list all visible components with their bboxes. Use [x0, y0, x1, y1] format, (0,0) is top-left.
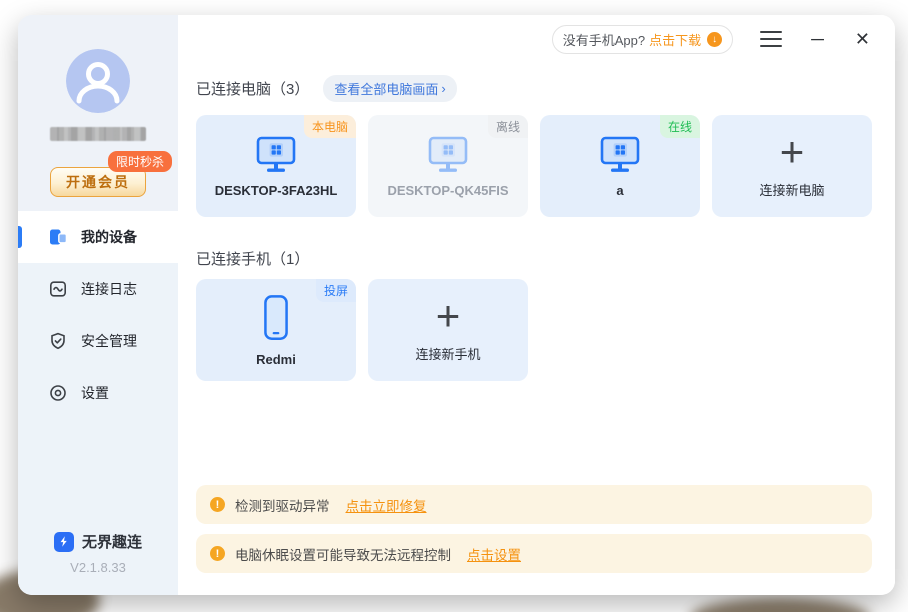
monitor-icon [253, 135, 299, 175]
driver-warning-banner: ! 检测到驱动异常 点击立即修复 [196, 485, 872, 524]
flash-sale-badge: 限时秒杀 [108, 151, 172, 172]
profile-section: 限时秒杀 开通会员 [18, 15, 178, 211]
computer-card-online[interactable]: 在线 a [540, 115, 700, 217]
monitor-icon [425, 135, 471, 175]
status-badge: 在线 [660, 115, 700, 138]
shield-check-icon [48, 331, 68, 351]
download-icon: ↓ [707, 32, 722, 47]
avatar[interactable] [66, 49, 130, 113]
sleep-settings-link[interactable]: 点击设置 [467, 544, 521, 564]
phone-icon [256, 294, 296, 344]
username-redacted [50, 127, 146, 141]
user-avatar-icon [66, 49, 130, 113]
add-phone-card[interactable]: + 连接新手机 [368, 279, 528, 381]
sidebar-item-label: 我的设备 [81, 227, 137, 247]
warning-icon: ! [210, 546, 225, 561]
phone-name: Redmi [256, 352, 296, 367]
minimize-button[interactable]: ─ [809, 30, 826, 48]
warning-text: 电脑休眠设置可能导致无法远程控制 [235, 544, 451, 564]
status-badge: 投屏 [316, 279, 356, 302]
app-logo-icon [54, 532, 74, 552]
notification-area: ! 检测到驱动异常 点击立即修复 ! 电脑休眠设置可能导致无法远程控制 点击设置 [196, 485, 872, 573]
logs-icon [48, 279, 68, 299]
download-link[interactable]: 点击下载 [649, 30, 701, 49]
view-all-screens-button[interactable]: 查看全部电脑画面 › [323, 75, 456, 102]
plus-icon: + [780, 133, 805, 171]
chevron-right-icon: › [441, 81, 445, 96]
computer-name: DESKTOP-3FA23HL [215, 183, 338, 198]
view-all-label: 查看全部电脑画面 [334, 79, 438, 98]
titlebar: 没有手机App? 点击下载 ↓ ─ ✕ [196, 25, 872, 53]
computers-header-title: 已连接电脑（3） [196, 78, 309, 99]
warning-text: 检测到驱动异常 [235, 495, 330, 515]
computer-name: a [616, 183, 623, 198]
add-computer-label: 连接新电脑 [759, 180, 824, 199]
phones-header-title: 已连接手机（1） [196, 248, 309, 269]
sidebar-item-label: 连接日志 [81, 279, 137, 299]
sidebar-menu: 我的设备 连接日志 安全管理 [18, 211, 178, 595]
fix-driver-link[interactable]: 点击立即修复 [346, 495, 427, 515]
sidebar: 限时秒杀 开通会员 我的设备 连接日志 [18, 15, 178, 595]
sleep-warning-banner: ! 电脑休眠设置可能导致无法远程控制 点击设置 [196, 534, 872, 573]
phone-cards-row: 投屏 Redmi + 连接新手机 [196, 279, 872, 381]
sidebar-item-settings[interactable]: 设置 [18, 367, 178, 419]
monitor-icon [597, 135, 643, 175]
sidebar-item-security[interactable]: 安全管理 [18, 315, 178, 367]
sidebar-item-label: 安全管理 [81, 331, 137, 351]
rock-shape [690, 598, 870, 612]
warning-icon: ! [210, 497, 225, 512]
sidebar-item-my-devices[interactable]: 我的设备 [18, 211, 178, 263]
computer-card-local[interactable]: 本电脑 DESKTOP-3FA23HL [196, 115, 356, 217]
download-prompt: 没有手机App? [563, 30, 645, 49]
computers-section-header: 已连接电脑（3） 查看全部电脑画面 › [196, 75, 872, 102]
computer-name: DESKTOP-QK45FIS [387, 183, 508, 198]
phones-section-header: 已连接手机（1） [196, 248, 872, 269]
phone-card-redmi[interactable]: 投屏 Redmi [196, 279, 356, 381]
status-badge: 离线 [488, 115, 528, 138]
close-button[interactable]: ✕ [853, 30, 872, 48]
plus-icon: + [436, 297, 461, 335]
sidebar-footer: 无界趣连 V2.1.8.33 [18, 531, 178, 595]
computer-card-offline[interactable]: 离线 DESKTOP-QK45FIS [368, 115, 528, 217]
computer-cards-row: 本电脑 DESKTOP-3FA23HL 离线 [196, 115, 872, 217]
app-name: 无界趣连 [82, 531, 142, 552]
add-phone-label: 连接新手机 [415, 344, 480, 363]
app-version: V2.1.8.33 [70, 560, 126, 575]
sidebar-item-connection-logs[interactable]: 连接日志 [18, 263, 178, 315]
main-panel: 没有手机App? 点击下载 ↓ ─ ✕ 已连接电脑（3） 查看全部电脑画面 › … [178, 15, 895, 595]
settings-icon [48, 383, 68, 403]
menu-button[interactable] [760, 31, 782, 47]
status-badge: 本电脑 [304, 115, 356, 138]
add-computer-card[interactable]: + 连接新电脑 [712, 115, 872, 217]
download-app-button[interactable]: 没有手机App? 点击下载 ↓ [552, 25, 733, 54]
sidebar-item-label: 设置 [81, 383, 109, 403]
devices-icon [48, 227, 68, 247]
app-window: 限时秒杀 开通会员 我的设备 连接日志 [18, 15, 895, 595]
